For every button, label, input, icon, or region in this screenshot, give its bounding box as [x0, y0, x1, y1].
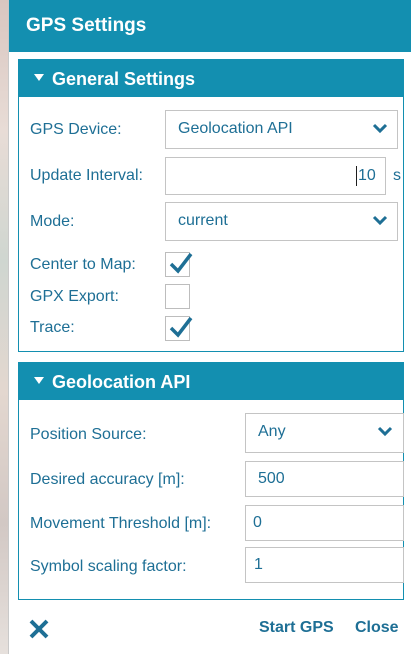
caret-down-icon — [34, 377, 44, 384]
center-to-map-checkbox[interactable] — [165, 252, 193, 277]
chevron-down-icon — [372, 215, 388, 226]
symbol-scaling-input[interactable]: 1 — [245, 547, 404, 583]
close-button[interactable]: Close — [355, 619, 399, 637]
gps-device-label: GPS Device: — [30, 121, 122, 138]
map-background — [0, 0, 8, 654]
chevron-down-icon — [372, 123, 388, 134]
desired-accuracy-input[interactable]: 500 — [245, 461, 404, 497]
mode-label: Mode: — [30, 213, 75, 230]
general-settings-title: General Settings — [52, 69, 196, 89]
trace-label: Trace: — [30, 319, 75, 336]
general-settings-section: General Settings GPS Device: Geolocation… — [18, 59, 404, 352]
update-interval-value: 10 — [358, 167, 376, 184]
chevron-down-icon — [377, 426, 393, 437]
start-gps-button[interactable]: Start GPS — [259, 619, 334, 637]
close-x-icon[interactable] — [28, 618, 50, 640]
text-cursor — [356, 166, 357, 186]
movement-threshold-label: Movement Threshold [m]: — [30, 515, 212, 532]
position-source-label: Position Source: — [30, 426, 147, 443]
geolocation-api-header[interactable]: Geolocation API — [19, 363, 403, 400]
gps-settings-dialog: GPS Settings General Settings GPS Device… — [8, 0, 411, 654]
gps-device-select[interactable]: Geolocation API — [165, 110, 398, 149]
geolocation-api-section: Geolocation API Position Source: Any Des… — [18, 362, 404, 600]
mode-value: current — [178, 212, 228, 229]
movement-threshold-input[interactable]: 0 — [245, 505, 404, 541]
symbol-scaling-label: Symbol scaling factor: — [30, 558, 187, 575]
position-source-value: Any — [258, 423, 286, 440]
mode-select[interactable]: current — [165, 202, 398, 241]
gpx-export-label: GPX Export: — [30, 288, 119, 305]
desired-accuracy-value: 500 — [258, 470, 285, 487]
caret-down-icon — [34, 74, 44, 81]
gpx-export-checkbox[interactable] — [165, 284, 190, 309]
center-to-map-label: Center to Map: — [30, 256, 136, 273]
gps-device-value: Geolocation API — [178, 120, 293, 137]
update-interval-unit: s — [393, 167, 401, 184]
geolocation-api-title: Geolocation API — [52, 372, 191, 392]
desired-accuracy-label: Desired accuracy [m]: — [30, 471, 185, 488]
update-interval-input[interactable]: 10 — [165, 157, 386, 195]
position-source-select[interactable]: Any — [245, 413, 404, 453]
checkmark-icon — [169, 252, 193, 274]
general-settings-header[interactable]: General Settings — [19, 60, 403, 97]
movement-threshold-value: 0 — [253, 514, 262, 531]
trace-checkbox[interactable] — [165, 316, 193, 341]
symbol-scaling-value: 1 — [254, 556, 263, 573]
dialog-title: GPS Settings — [26, 15, 147, 36]
update-interval-label: Update Interval: — [30, 167, 143, 184]
checkmark-icon — [169, 316, 193, 338]
dialog-title-bar[interactable]: GPS Settings — [9, 0, 411, 52]
